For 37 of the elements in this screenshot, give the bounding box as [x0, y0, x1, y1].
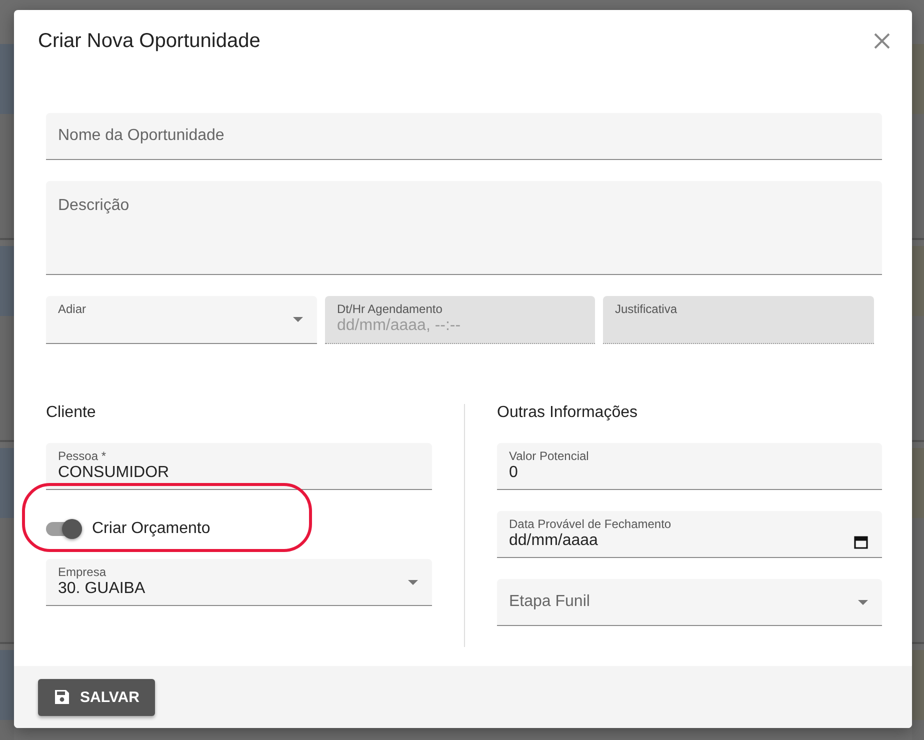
field-label: Justificativa: [615, 302, 678, 316]
card-header: [0, 44, 14, 114]
field-placeholder: Nome da Oportunidade: [58, 127, 224, 145]
date-field[interactable]: Data Provável de Fechamento dd/mm/aaaa: [497, 511, 882, 558]
section-heading: Outras Informações: [497, 404, 638, 422]
field-placeholder: Etapa Funil: [509, 593, 590, 611]
field-value: 0: [509, 463, 518, 483]
save-button[interactable]: SALVAR: [38, 678, 156, 716]
card-header: [0, 246, 14, 316]
toggle-label: Criar Orçamento: [92, 520, 210, 538]
input-field[interactable]: Pessoa * CONSUMIDOR: [46, 443, 432, 490]
field-label: Data Provável de Fechamento: [509, 517, 672, 531]
field-label: Pessoa *: [58, 449, 106, 463]
field-value: dd/mm/aaaa: [509, 531, 598, 551]
input-field[interactable]: Nome da Oportunidade: [46, 113, 882, 160]
calendar-icon[interactable]: [854, 535, 868, 549]
field-placeholder: Descrição: [58, 197, 130, 215]
field-label: Valor Potencial: [509, 449, 589, 463]
toggle-switch[interactable]: [46, 518, 82, 538]
textarea-field[interactable]: Descrição: [46, 181, 882, 275]
select-field[interactable]: Adiar: [46, 296, 317, 344]
field-label: Adiar: [58, 302, 86, 316]
dialog-title: Criar Nova Oportunidade: [38, 30, 260, 52]
card-header: [0, 650, 14, 720]
card-header: [0, 448, 14, 518]
field-label: Empresa: [58, 565, 106, 579]
select-field[interactable]: Empresa 30. GUAIBA: [46, 559, 432, 606]
field-value: 30. GUAIBA: [58, 579, 146, 599]
dropdown-caret-icon: [858, 600, 868, 605]
dropdown-caret-icon: [408, 580, 418, 585]
input-field[interactable]: Valor Potencial 0: [497, 443, 882, 490]
field-value: CONSUMIDOR: [58, 463, 170, 483]
dropdown-caret-icon: [293, 317, 303, 322]
field-placeholder: dd/mm/aaaa, --:--: [337, 316, 461, 336]
select-field[interactable]: Etapa Funil: [497, 579, 882, 626]
section-heading: Cliente: [46, 404, 97, 422]
field-label: Dt/Hr Agendamento: [337, 302, 442, 316]
